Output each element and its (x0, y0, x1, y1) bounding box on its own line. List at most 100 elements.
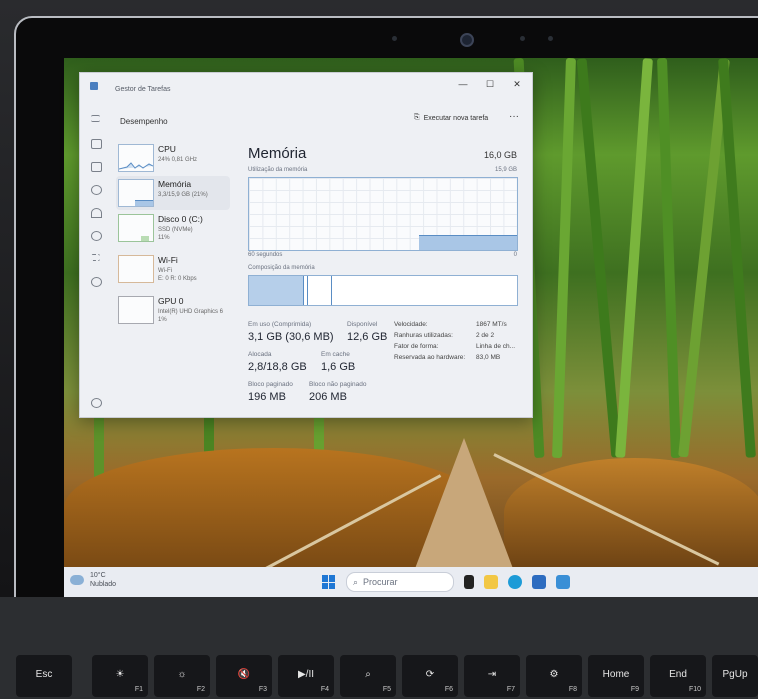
sensor-dot (548, 36, 553, 41)
in-use-value: 3,1 GB (30,6 MB) (248, 331, 334, 343)
edge-browser-icon[interactable] (508, 575, 522, 589)
weather-widget[interactable]: 10°C Nublado (70, 571, 116, 589)
sensor-dot (520, 36, 525, 41)
maximize-button[interactable]: ☐ (481, 79, 499, 90)
sidebar-wifi-type: Wi-Fi (158, 268, 172, 274)
cached-value: 1,6 GB (321, 361, 356, 373)
settings-gear-icon[interactable] (91, 398, 102, 408)
store-icon[interactable] (532, 575, 546, 589)
brightness-up-icon: ☼ (177, 669, 187, 680)
key-label: Esc (35, 669, 53, 680)
project-icon: ⇥ (487, 669, 497, 680)
key-f4[interactable]: ▶/II F4 (278, 655, 334, 697)
run-new-task-button[interactable]: ⎘ Executar nova tarefa (414, 114, 488, 122)
available-label: Disponível (347, 321, 378, 328)
memory-usage-fill (419, 235, 517, 250)
performance-icon[interactable] (91, 162, 102, 172)
key-f8[interactable]: ⚙ F8 (526, 655, 582, 697)
key-fn-label: F9 (630, 686, 639, 693)
key-label: Home (602, 669, 630, 680)
key-f1[interactable]: ☀ F1 (92, 655, 148, 697)
sidebar-gpu-sub: Intel(R) UHD Graphics 6 1% (158, 308, 223, 324)
search-box[interactable]: ⌕ Procurar (346, 572, 454, 592)
sidebar-disk-name: Disco 0 (C:) (158, 214, 203, 224)
key-f3[interactable]: 🔇 F3 (216, 655, 272, 697)
grass-right (504, 458, 758, 568)
startup-apps-icon[interactable] (91, 208, 102, 218)
details-icon[interactable] (91, 254, 100, 261)
search-icon: ⌕ (365, 669, 371, 680)
key-fn-label: F6 (444, 686, 453, 693)
key-f9-home[interactable]: Home F9 (588, 655, 644, 697)
disk-thumbnail-graph (118, 214, 154, 242)
memory-total: 16,0 GB (483, 150, 517, 160)
sidebar-wifi-name: Wi-Fi (158, 255, 178, 265)
sidebar-item-gpu[interactable]: GPU 0 Intel(R) UHD Graphics 6 1% (116, 293, 230, 327)
speed-value: 1867 MT/s (476, 321, 507, 328)
section-header: Desempenho (120, 117, 168, 126)
sidebar-item-disk[interactable]: Disco 0 (C:) SSD (NVMe) 11% (116, 211, 230, 245)
processes-icon[interactable] (91, 139, 102, 149)
bamboo-stalk (615, 58, 653, 458)
in-use-label: Em uso (Comprimida) (248, 321, 312, 328)
key-f7[interactable]: ⇥ F7 (464, 655, 520, 697)
sidebar-gpu-usage: 1% (158, 317, 167, 323)
cpu-thumbnail-graph (118, 144, 154, 172)
sidebar-cpu-name: CPU (158, 144, 176, 154)
search-placeholder: Procurar (363, 577, 398, 587)
sidebar-item-cpu[interactable]: CPU 24% 0,81 GHz (116, 141, 230, 175)
minimize-button[interactable]: — (454, 79, 472, 89)
sidebar-disk-usage: 11% (158, 235, 170, 241)
sidebar-item-wifi[interactable]: Wi-Fi Wi-Fi E: 0 R: 0 Kbps (116, 252, 230, 286)
available-value: 12,6 GB (347, 331, 388, 343)
key-f2[interactable]: ☼ F2 (154, 655, 210, 697)
cloud-icon (70, 575, 84, 585)
file-explorer-icon[interactable] (484, 575, 498, 589)
form-factor-value: Linha de ch... (476, 343, 516, 350)
app-history-icon[interactable] (91, 185, 102, 195)
paged-pool-value: 196 MB (248, 391, 286, 403)
more-options-button[interactable]: ··· (509, 111, 519, 122)
key-pgup[interactable]: PgUp (712, 655, 758, 697)
slots-value: 2 de 2 (476, 332, 495, 339)
run-task-icon: ⎘ (414, 114, 420, 121)
hamburger-menu-icon[interactable] (91, 115, 100, 122)
key-fn-label: F1 (134, 686, 143, 693)
key-label: End (669, 669, 687, 680)
bamboo-stalk (576, 58, 622, 458)
share-icon: ⟳ (425, 669, 435, 680)
sidebar-memory-sub: 3,3/15,9 GB (21%) (158, 192, 208, 198)
task-manager-icon[interactable] (556, 575, 570, 589)
play-pause-icon: ▶/II (297, 669, 315, 680)
services-icon[interactable] (91, 277, 102, 287)
sidebar-gpu-name: GPU 0 (158, 296, 184, 306)
task-view-icon[interactable] (464, 575, 474, 589)
key-f5[interactable]: ⌕ F5 (340, 655, 396, 697)
key-fn-label: F8 (568, 686, 577, 693)
task-manager-window: Gestor de Tarefas — ☐ ✕ Desempenho ⎘ Exe… (79, 72, 533, 418)
nonpaged-pool-value: 206 MB (309, 391, 347, 403)
key-fn-label: F2 (196, 686, 205, 693)
cached-label: Em cache (321, 351, 350, 358)
sidebar-disk-sub: SSD (NVMe) 11% (158, 226, 193, 242)
users-icon[interactable] (91, 231, 102, 241)
memory-title: Memória (248, 145, 307, 162)
key-f10-end[interactable]: End F10 (650, 655, 706, 697)
gpu-thumbnail-graph (118, 296, 154, 324)
bamboo-stalk (552, 58, 576, 459)
hw-reserved-value: 83,0 MB (476, 354, 501, 361)
sidebar-memory-name: Memória (158, 179, 192, 189)
run-new-task-label: Executar nova tarefa (423, 114, 489, 122)
key-fn-label: F10 (688, 686, 701, 693)
brightness-down-icon: ☀ (115, 669, 125, 680)
window-title: Gestor de Tarefas (115, 86, 171, 93)
sidebar-item-memory[interactable]: Memória 3,3/15,9 GB (21%) (116, 176, 230, 210)
start-button[interactable] (322, 575, 336, 589)
key-f6[interactable]: ⟳ F6 (402, 655, 458, 697)
wifi-thumbnail-graph (118, 255, 154, 283)
paged-pool-label: Bloco paginado (248, 381, 293, 388)
key-esc[interactable]: Esc (16, 655, 72, 697)
close-button[interactable]: ✕ (508, 79, 526, 90)
cpu-mini-graph (118, 162, 154, 170)
hw-reserved-key: Reservada ao hardware: (394, 354, 466, 361)
